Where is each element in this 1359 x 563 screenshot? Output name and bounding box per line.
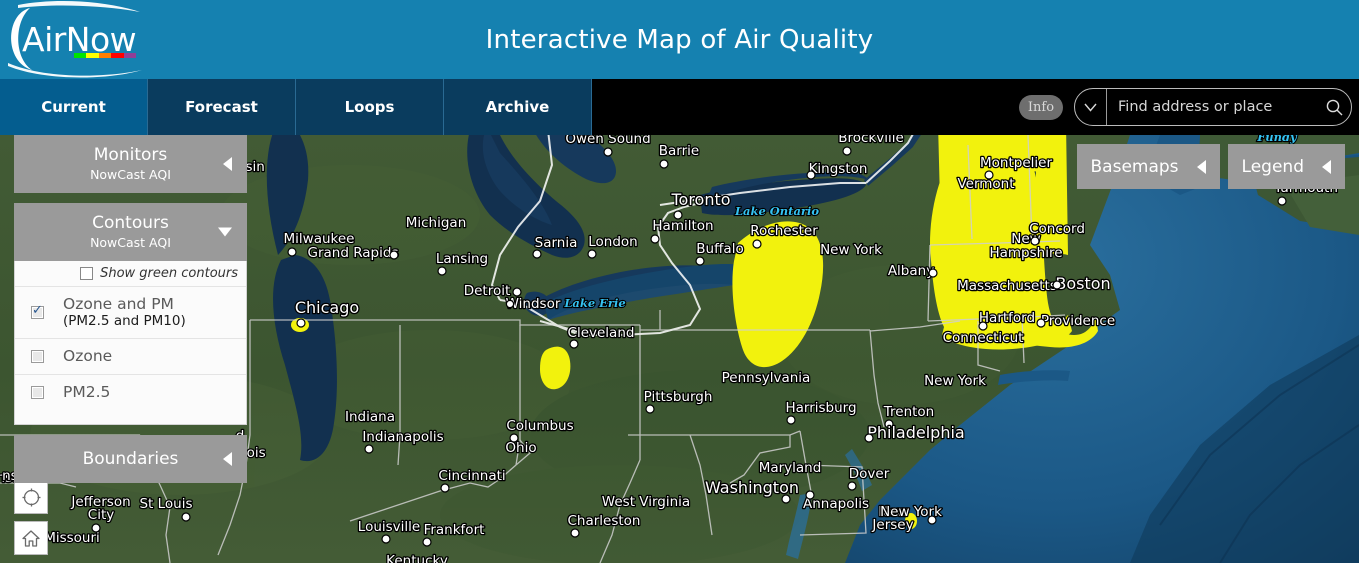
info-button[interactable]: Info: [1019, 94, 1063, 120]
panel-gap-2: [14, 425, 247, 435]
triangle-left-icon: [223, 452, 232, 466]
panel-contours-title: Contours: [92, 213, 169, 233]
map-control-buttons: [14, 480, 48, 562]
search-bar: [1074, 88, 1352, 126]
ozone-and-pm-sublabel: (PM2.5 and PM10): [63, 313, 186, 329]
aqi-color-bar: [74, 53, 137, 58]
compass-locate-icon: [22, 488, 40, 506]
pm25-label: PM2.5: [63, 383, 111, 401]
search-input[interactable]: [1107, 99, 1317, 115]
ozone-label: Ozone: [63, 347, 113, 365]
air-quality-map[interactable]: .stl { font-family:"DejaVu Sans",sans-se…: [0, 135, 1359, 563]
triangle-left-icon: [1196, 159, 1206, 174]
tab-current[interactable]: Current: [0, 79, 148, 135]
panel-monitors-header[interactable]: Monitors NowCast AQI: [14, 135, 247, 193]
triangle-left-icon: [223, 157, 232, 171]
panel-monitors-subtitle: NowCast AQI: [90, 167, 171, 182]
ozone-checkbox[interactable]: [31, 350, 44, 363]
airnow-map-app: AirNow Interactive Map of Air Quality Cu…: [0, 0, 1359, 563]
panel-monitors-title: Monitors: [93, 145, 168, 165]
legend-label: Legend: [1241, 156, 1304, 177]
show-green-contours-row[interactable]: Show green contours: [15, 261, 246, 286]
pm25-checkbox[interactable]: [31, 386, 44, 399]
map-top-right-buttons: Basemaps Legend: [1076, 144, 1345, 189]
navbar-spacer: [592, 79, 1019, 135]
panel-gap: [14, 193, 247, 203]
locate-button[interactable]: [14, 480, 48, 514]
chevron-down-icon: [1084, 103, 1097, 112]
contour-option-ozone[interactable]: Ozone: [15, 338, 246, 374]
show-green-contours-label: Show green contours: [100, 266, 238, 281]
search-submit-button[interactable]: [1317, 98, 1351, 117]
page-header: AirNow Interactive Map of Air Quality: [0, 0, 1359, 79]
airnow-logo[interactable]: AirNow: [0, 0, 150, 79]
contour-option-ozone-and-pm[interactable]: Ozone and PM (PM2.5 and PM10): [15, 286, 246, 338]
home-button[interactable]: [14, 521, 48, 555]
ozone-and-pm-checkbox[interactable]: [31, 303, 44, 319]
layers-panel-stack: Monitors NowCast AQI Contours NowCast AQ…: [14, 135, 247, 483]
tab-archive[interactable]: Archive: [444, 79, 592, 135]
show-green-contours-checkbox[interactable]: [80, 267, 94, 280]
home-icon: [22, 529, 40, 547]
panel-boundaries-header[interactable]: Boundaries: [14, 435, 247, 483]
triangle-down-icon: [218, 227, 232, 237]
basemaps-button[interactable]: Basemaps: [1076, 144, 1220, 189]
tab-loops[interactable]: Loops: [296, 79, 444, 135]
contour-option-pm25[interactable]: PM2.5: [15, 374, 246, 410]
main-navbar: Current Forecast Loops Archive Info: [0, 79, 1359, 135]
legend-button[interactable]: Legend: [1227, 144, 1345, 189]
panel-contours-subtitle: NowCast AQI: [90, 235, 171, 250]
page-title: Interactive Map of Air Quality: [485, 24, 874, 55]
ozone-and-pm-label: Ozone and PM: [63, 295, 174, 313]
panel-contours-header[interactable]: Contours NowCast AQI: [14, 203, 247, 261]
search-dropdown-toggle[interactable]: [1075, 89, 1107, 125]
tab-forecast[interactable]: Forecast: [148, 79, 296, 135]
magnifier-icon: [1326, 99, 1342, 115]
panel-boundaries-title: Boundaries: [82, 449, 179, 469]
panel-contours-body: Show green contours Ozone and PM (PM2.5 …: [14, 261, 247, 425]
basemaps-label: Basemaps: [1090, 156, 1179, 177]
triangle-left-icon: [1322, 159, 1331, 174]
